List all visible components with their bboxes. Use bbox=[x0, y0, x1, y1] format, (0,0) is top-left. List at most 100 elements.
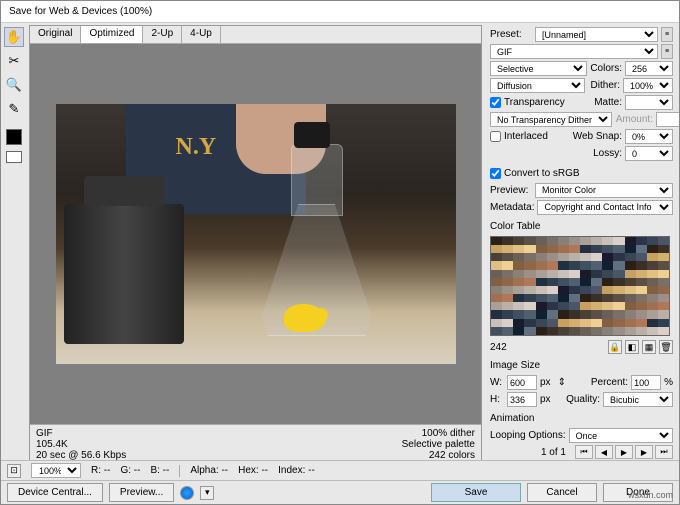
color-swatch[interactable] bbox=[580, 327, 591, 335]
color-swatch[interactable] bbox=[524, 278, 535, 286]
color-swatch[interactable] bbox=[647, 294, 658, 302]
color-swatch[interactable] bbox=[513, 327, 524, 335]
color-swatch[interactable] bbox=[647, 237, 658, 245]
color-swatch[interactable] bbox=[536, 270, 547, 278]
color-swatch[interactable] bbox=[602, 245, 613, 253]
color-swatch[interactable] bbox=[625, 286, 636, 294]
color-swatch[interactable] bbox=[636, 310, 647, 318]
color-swatch[interactable] bbox=[536, 261, 547, 269]
color-swatch[interactable] bbox=[613, 327, 624, 335]
color-swatch[interactable] bbox=[524, 286, 535, 294]
preset-menu-icon[interactable]: ≡ bbox=[661, 27, 673, 42]
color-swatch[interactable] bbox=[513, 286, 524, 294]
color-swatch[interactable] bbox=[658, 245, 669, 253]
color-swatch[interactable] bbox=[558, 327, 569, 335]
color-swatch[interactable] bbox=[547, 286, 558, 294]
tab-4up[interactable]: 4-Up bbox=[182, 26, 221, 43]
ct-new-icon[interactable]: ▦ bbox=[642, 340, 656, 354]
ct-map-icon[interactable]: ◧ bbox=[625, 340, 639, 354]
color-swatch[interactable] bbox=[658, 310, 669, 318]
color-swatch[interactable] bbox=[580, 253, 591, 261]
color-swatch[interactable] bbox=[569, 245, 580, 253]
color-swatch[interactable] bbox=[513, 261, 524, 269]
color-swatch[interactable] bbox=[491, 253, 502, 261]
color-swatch[interactable] bbox=[613, 294, 624, 302]
color-swatch[interactable] bbox=[547, 294, 558, 302]
eyedropper-tool[interactable]: ✎ bbox=[4, 99, 24, 119]
color-swatch[interactable] bbox=[524, 327, 535, 335]
percent-input[interactable] bbox=[631, 375, 661, 390]
color-swatch[interactable] bbox=[647, 253, 658, 261]
color-swatch[interactable] bbox=[636, 327, 647, 335]
color-swatch[interactable] bbox=[491, 327, 502, 335]
color-swatch[interactable] bbox=[658, 319, 669, 327]
color-swatch[interactable] bbox=[502, 245, 513, 253]
browser-menu-icon[interactable]: ▾ bbox=[200, 486, 214, 500]
color-swatch[interactable] bbox=[613, 286, 624, 294]
color-swatch[interactable] bbox=[569, 270, 580, 278]
color-swatch[interactable] bbox=[558, 261, 569, 269]
color-swatch[interactable] bbox=[658, 237, 669, 245]
device-central-button[interactable]: Device Central... bbox=[7, 483, 103, 502]
color-swatch[interactable] bbox=[491, 294, 502, 302]
metadata-select[interactable]: Copyright and Contact Info bbox=[537, 200, 673, 215]
browser-icon[interactable] bbox=[180, 486, 194, 500]
color-swatch[interactable] bbox=[547, 302, 558, 310]
color-swatch[interactable] bbox=[613, 270, 624, 278]
color-swatch[interactable] bbox=[591, 245, 602, 253]
convert-srgb-checkbox[interactable] bbox=[490, 168, 501, 179]
preview-select[interactable]: Monitor Color bbox=[535, 183, 673, 198]
color-swatch[interactable] bbox=[569, 319, 580, 327]
color-swatch[interactable] bbox=[613, 278, 624, 286]
color-table[interactable] bbox=[490, 236, 670, 336]
color-swatch[interactable] bbox=[602, 294, 613, 302]
color-swatch[interactable] bbox=[625, 302, 636, 310]
color-swatch[interactable] bbox=[613, 237, 624, 245]
lossy-select[interactable]: 0 bbox=[625, 146, 673, 161]
colors-select[interactable]: 256 bbox=[625, 61, 673, 76]
color-swatch[interactable] bbox=[580, 261, 591, 269]
zoom-tool[interactable]: 🔍 bbox=[4, 75, 24, 95]
color-swatch[interactable] bbox=[491, 270, 502, 278]
color-swatch[interactable] bbox=[558, 319, 569, 327]
color-swatch[interactable] bbox=[658, 327, 669, 335]
color-swatch[interactable] bbox=[602, 237, 613, 245]
color-swatch[interactable] bbox=[491, 237, 502, 245]
dither-select[interactable]: 100% bbox=[623, 78, 673, 93]
ct-lock-icon[interactable]: 🔒 bbox=[608, 340, 622, 354]
color-swatch[interactable] bbox=[591, 319, 602, 327]
color-swatch[interactable] bbox=[591, 278, 602, 286]
color-swatch[interactable] bbox=[558, 310, 569, 318]
color-swatch[interactable] bbox=[625, 237, 636, 245]
color-swatch[interactable] bbox=[491, 245, 502, 253]
color-swatch[interactable] bbox=[524, 310, 535, 318]
preview-button[interactable]: Preview... bbox=[109, 483, 174, 502]
preset-select[interactable]: [Unnamed] bbox=[535, 27, 658, 42]
color-swatch[interactable] bbox=[547, 327, 558, 335]
color-swatch[interactable] bbox=[636, 253, 647, 261]
color-swatch[interactable] bbox=[547, 278, 558, 286]
color-swatch[interactable] bbox=[613, 245, 624, 253]
color-swatch[interactable] bbox=[580, 270, 591, 278]
color-swatch[interactable] bbox=[513, 294, 524, 302]
color-swatch[interactable] bbox=[658, 278, 669, 286]
color-swatch[interactable] bbox=[580, 245, 591, 253]
color-swatch[interactable] bbox=[580, 319, 591, 327]
transparency-checkbox[interactable] bbox=[490, 97, 501, 108]
color-swatch[interactable] bbox=[602, 302, 613, 310]
color-swatch[interactable] bbox=[591, 270, 602, 278]
color-swatch[interactable] bbox=[658, 253, 669, 261]
color-swatch[interactable] bbox=[558, 237, 569, 245]
tab-2up[interactable]: 2-Up bbox=[143, 26, 182, 43]
color-swatch[interactable] bbox=[502, 286, 513, 294]
color-swatch[interactable] bbox=[625, 270, 636, 278]
color-swatch[interactable] bbox=[647, 310, 658, 318]
color-swatch[interactable] bbox=[625, 261, 636, 269]
color-swatch[interactable] bbox=[569, 253, 580, 261]
first-frame-icon[interactable]: ⏮ bbox=[575, 445, 593, 459]
color-swatch[interactable] bbox=[602, 327, 613, 335]
color-swatch[interactable] bbox=[658, 302, 669, 310]
color-swatch[interactable] bbox=[613, 261, 624, 269]
color-swatch[interactable] bbox=[547, 319, 558, 327]
color-swatch[interactable] bbox=[502, 327, 513, 335]
